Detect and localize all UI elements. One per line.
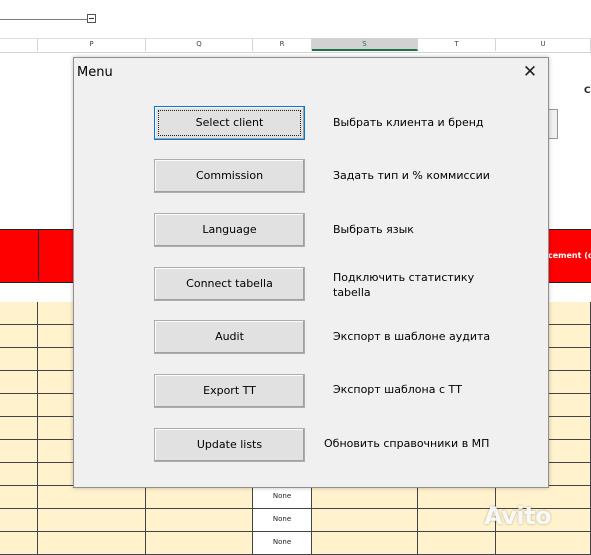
zoom-slider-track[interactable] — [0, 19, 88, 20]
table-cell[interactable] — [0, 463, 38, 485]
red-header-text: cement (d — [548, 251, 591, 260]
connect-tabella-description: Подключить статистику tabella — [333, 271, 475, 299]
table-cell[interactable] — [0, 486, 38, 508]
table-cell[interactable]: None — [253, 532, 312, 554]
red-header-divider — [38, 229, 39, 281]
table-cell[interactable] — [38, 509, 146, 531]
table-cell[interactable] — [146, 532, 253, 554]
table-cell[interactable] — [0, 509, 38, 531]
collapse-group-button[interactable] — [87, 14, 96, 23]
table-cell[interactable] — [312, 509, 418, 531]
column-header-blank[interactable] — [0, 38, 38, 51]
sheet-button[interactable] — [548, 109, 558, 139]
audit-description: Экспорт в шаблоне аудита — [333, 330, 491, 343]
column-header-t[interactable]: T — [418, 38, 496, 51]
column-header-s[interactable]: S — [312, 38, 418, 51]
column-header-q[interactable]: Q — [146, 38, 253, 51]
language-button[interactable]: Language — [154, 213, 305, 247]
table-cell[interactable]: None — [253, 509, 312, 531]
column-header-r[interactable]: R — [253, 38, 312, 51]
language-description: Выбрать язык — [333, 223, 414, 236]
table-cell[interactable] — [418, 532, 496, 554]
column-header-u[interactable]: U — [496, 38, 591, 51]
table-cell[interactable] — [0, 325, 38, 347]
table-cell[interactable] — [0, 532, 38, 554]
table-row: None — [0, 532, 591, 555]
commission-description: Задать тип и % коммиссии — [333, 169, 490, 182]
cell-letter: C — [584, 86, 591, 96]
table-cell[interactable] — [38, 486, 146, 508]
select-client-button[interactable]: Select client — [154, 106, 305, 140]
commission-button[interactable]: Commission — [154, 159, 305, 193]
table-cell[interactable] — [0, 302, 38, 324]
table-cell[interactable] — [0, 394, 38, 416]
column-header-p[interactable]: P — [38, 38, 146, 51]
audit-button[interactable]: Audit — [154, 320, 305, 354]
update-lists-description: Обновить справочники в МП — [324, 437, 490, 450]
table-cell[interactable] — [0, 440, 38, 462]
export-tt-button[interactable]: Export TT — [154, 374, 305, 408]
table-cell[interactable] — [146, 486, 253, 508]
table-cell[interactable]: None — [253, 486, 312, 508]
menu-dialog: Menu ✕ Select client Выбрать клиента и б… — [73, 57, 549, 488]
table-cell[interactable] — [0, 417, 38, 439]
table-cell[interactable] — [312, 532, 418, 554]
table-cell[interactable] — [146, 509, 253, 531]
export-tt-description: Экспорт шаблона с ТТ — [333, 383, 462, 396]
select-client-description: Выбрать клиента и бренд — [333, 116, 484, 129]
connect-tabella-button[interactable]: Connect tabella — [154, 267, 305, 301]
avito-watermark: Avito — [484, 502, 552, 530]
update-lists-button[interactable]: Update lists — [154, 428, 305, 462]
table-cell[interactable] — [38, 532, 146, 554]
close-icon[interactable]: ✕ — [520, 64, 540, 82]
dialog-title: Menu — [77, 65, 113, 80]
table-cell[interactable] — [312, 486, 418, 508]
table-cell[interactable] — [496, 532, 591, 554]
table-cell[interactable] — [0, 371, 38, 393]
table-cell[interactable] — [0, 348, 38, 370]
